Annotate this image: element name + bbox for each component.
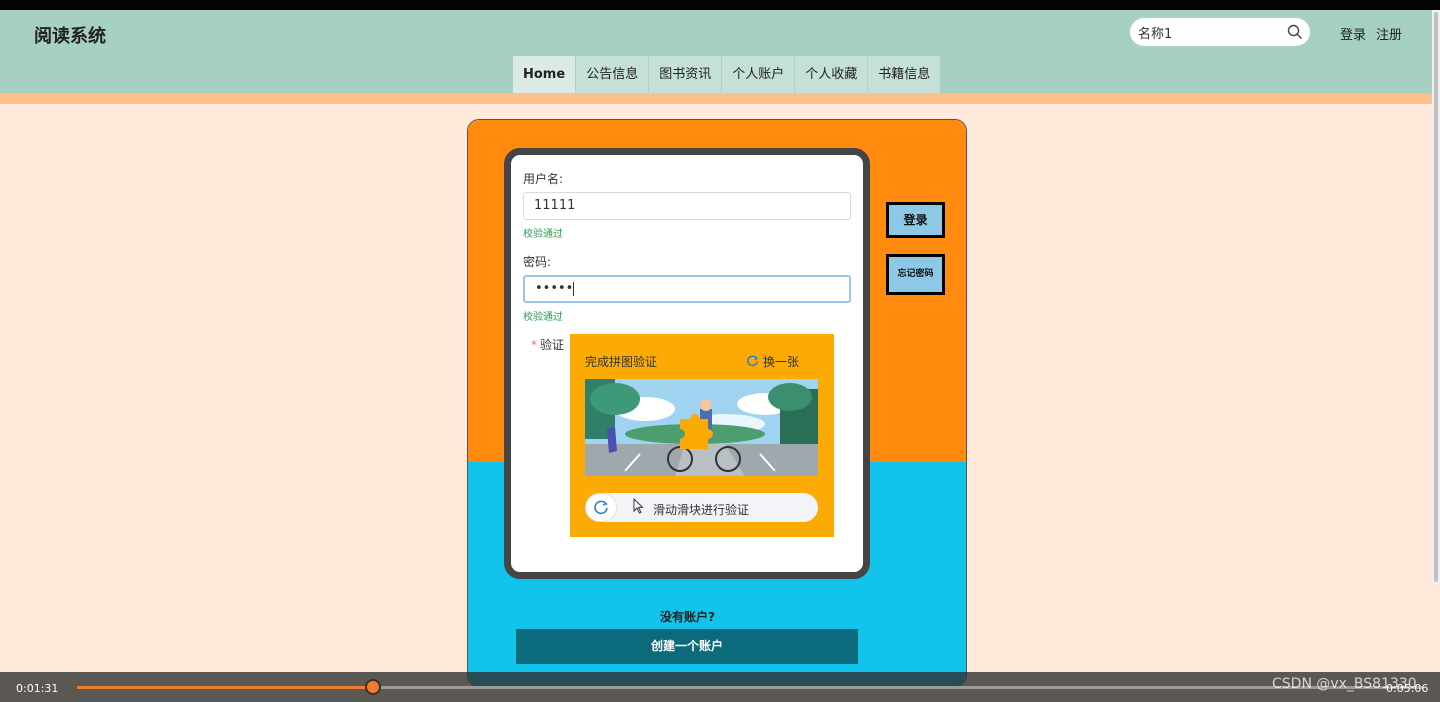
captcha-refresh-button[interactable]: 换一张 — [746, 353, 799, 370]
refresh-icon — [747, 355, 759, 367]
player-progress-knob[interactable] — [365, 679, 381, 695]
username-status: 校验通过 — [523, 229, 563, 240]
player-progress-fill — [77, 686, 373, 689]
password-input[interactable]: ••••• — [523, 275, 851, 303]
captcha-slider-handle[interactable] — [586, 494, 616, 521]
site-logo: 阅读系统 — [34, 26, 106, 47]
username-label: 用户名: — [523, 172, 564, 186]
player-current-time: 0:01:31 — [16, 682, 59, 695]
csdn-watermark: CSDN @vx_BS81330 — [1272, 676, 1417, 692]
password-value: ••••• — [535, 281, 574, 296]
nav-favorites[interactable]: 个人收藏 — [795, 56, 869, 93]
captcha-label-text: 验证 — [540, 338, 565, 352]
required-mark: * — [531, 338, 537, 352]
captcha-slider-text: 滑动滑块进行验证 — [653, 503, 750, 517]
nav-home[interactable]: Home — [513, 56, 577, 93]
search-box[interactable] — [1130, 18, 1310, 46]
login-button[interactable]: 登录 — [886, 202, 945, 238]
header-strip — [0, 93, 1440, 104]
search-icon[interactable] — [1287, 24, 1303, 40]
captcha-label: * 验证 — [531, 336, 564, 353]
username-input[interactable]: 11111 — [523, 192, 851, 220]
main-nav: Home 公告信息 图书资讯 个人账户 个人收藏 书籍信息 — [513, 56, 942, 93]
search-input[interactable] — [1138, 22, 1278, 42]
captcha-puzzle-image — [585, 379, 818, 476]
mouse-cursor-icon — [633, 498, 644, 514]
captcha-title: 完成拼图验证 — [585, 355, 658, 369]
header-login-link[interactable]: 登录 — [1340, 24, 1366, 43]
password-status: 校验通过 — [523, 312, 563, 323]
create-account-button[interactable]: 创建一个账户 — [516, 629, 858, 664]
text-caret — [573, 281, 575, 296]
slider-refresh-icon — [594, 500, 608, 515]
nav-books[interactable]: 书籍信息 — [868, 56, 942, 93]
forgot-password-button[interactable]: 忘记密码 — [886, 254, 945, 295]
nav-account[interactable]: 个人账户 — [722, 56, 796, 93]
page-scrollbar-thumb[interactable] — [1434, 12, 1438, 582]
password-label: 密码: — [523, 255, 552, 269]
no-account-prompt: 没有账户? — [660, 610, 715, 624]
captcha-refresh-label: 换一张 — [763, 355, 800, 369]
nav-announcements[interactable]: 公告信息 — [576, 56, 650, 93]
nav-book-news[interactable]: 图书资讯 — [649, 56, 723, 93]
header-register-link[interactable]: 注册 — [1376, 24, 1402, 43]
top-bar — [0, 0, 1440, 10]
